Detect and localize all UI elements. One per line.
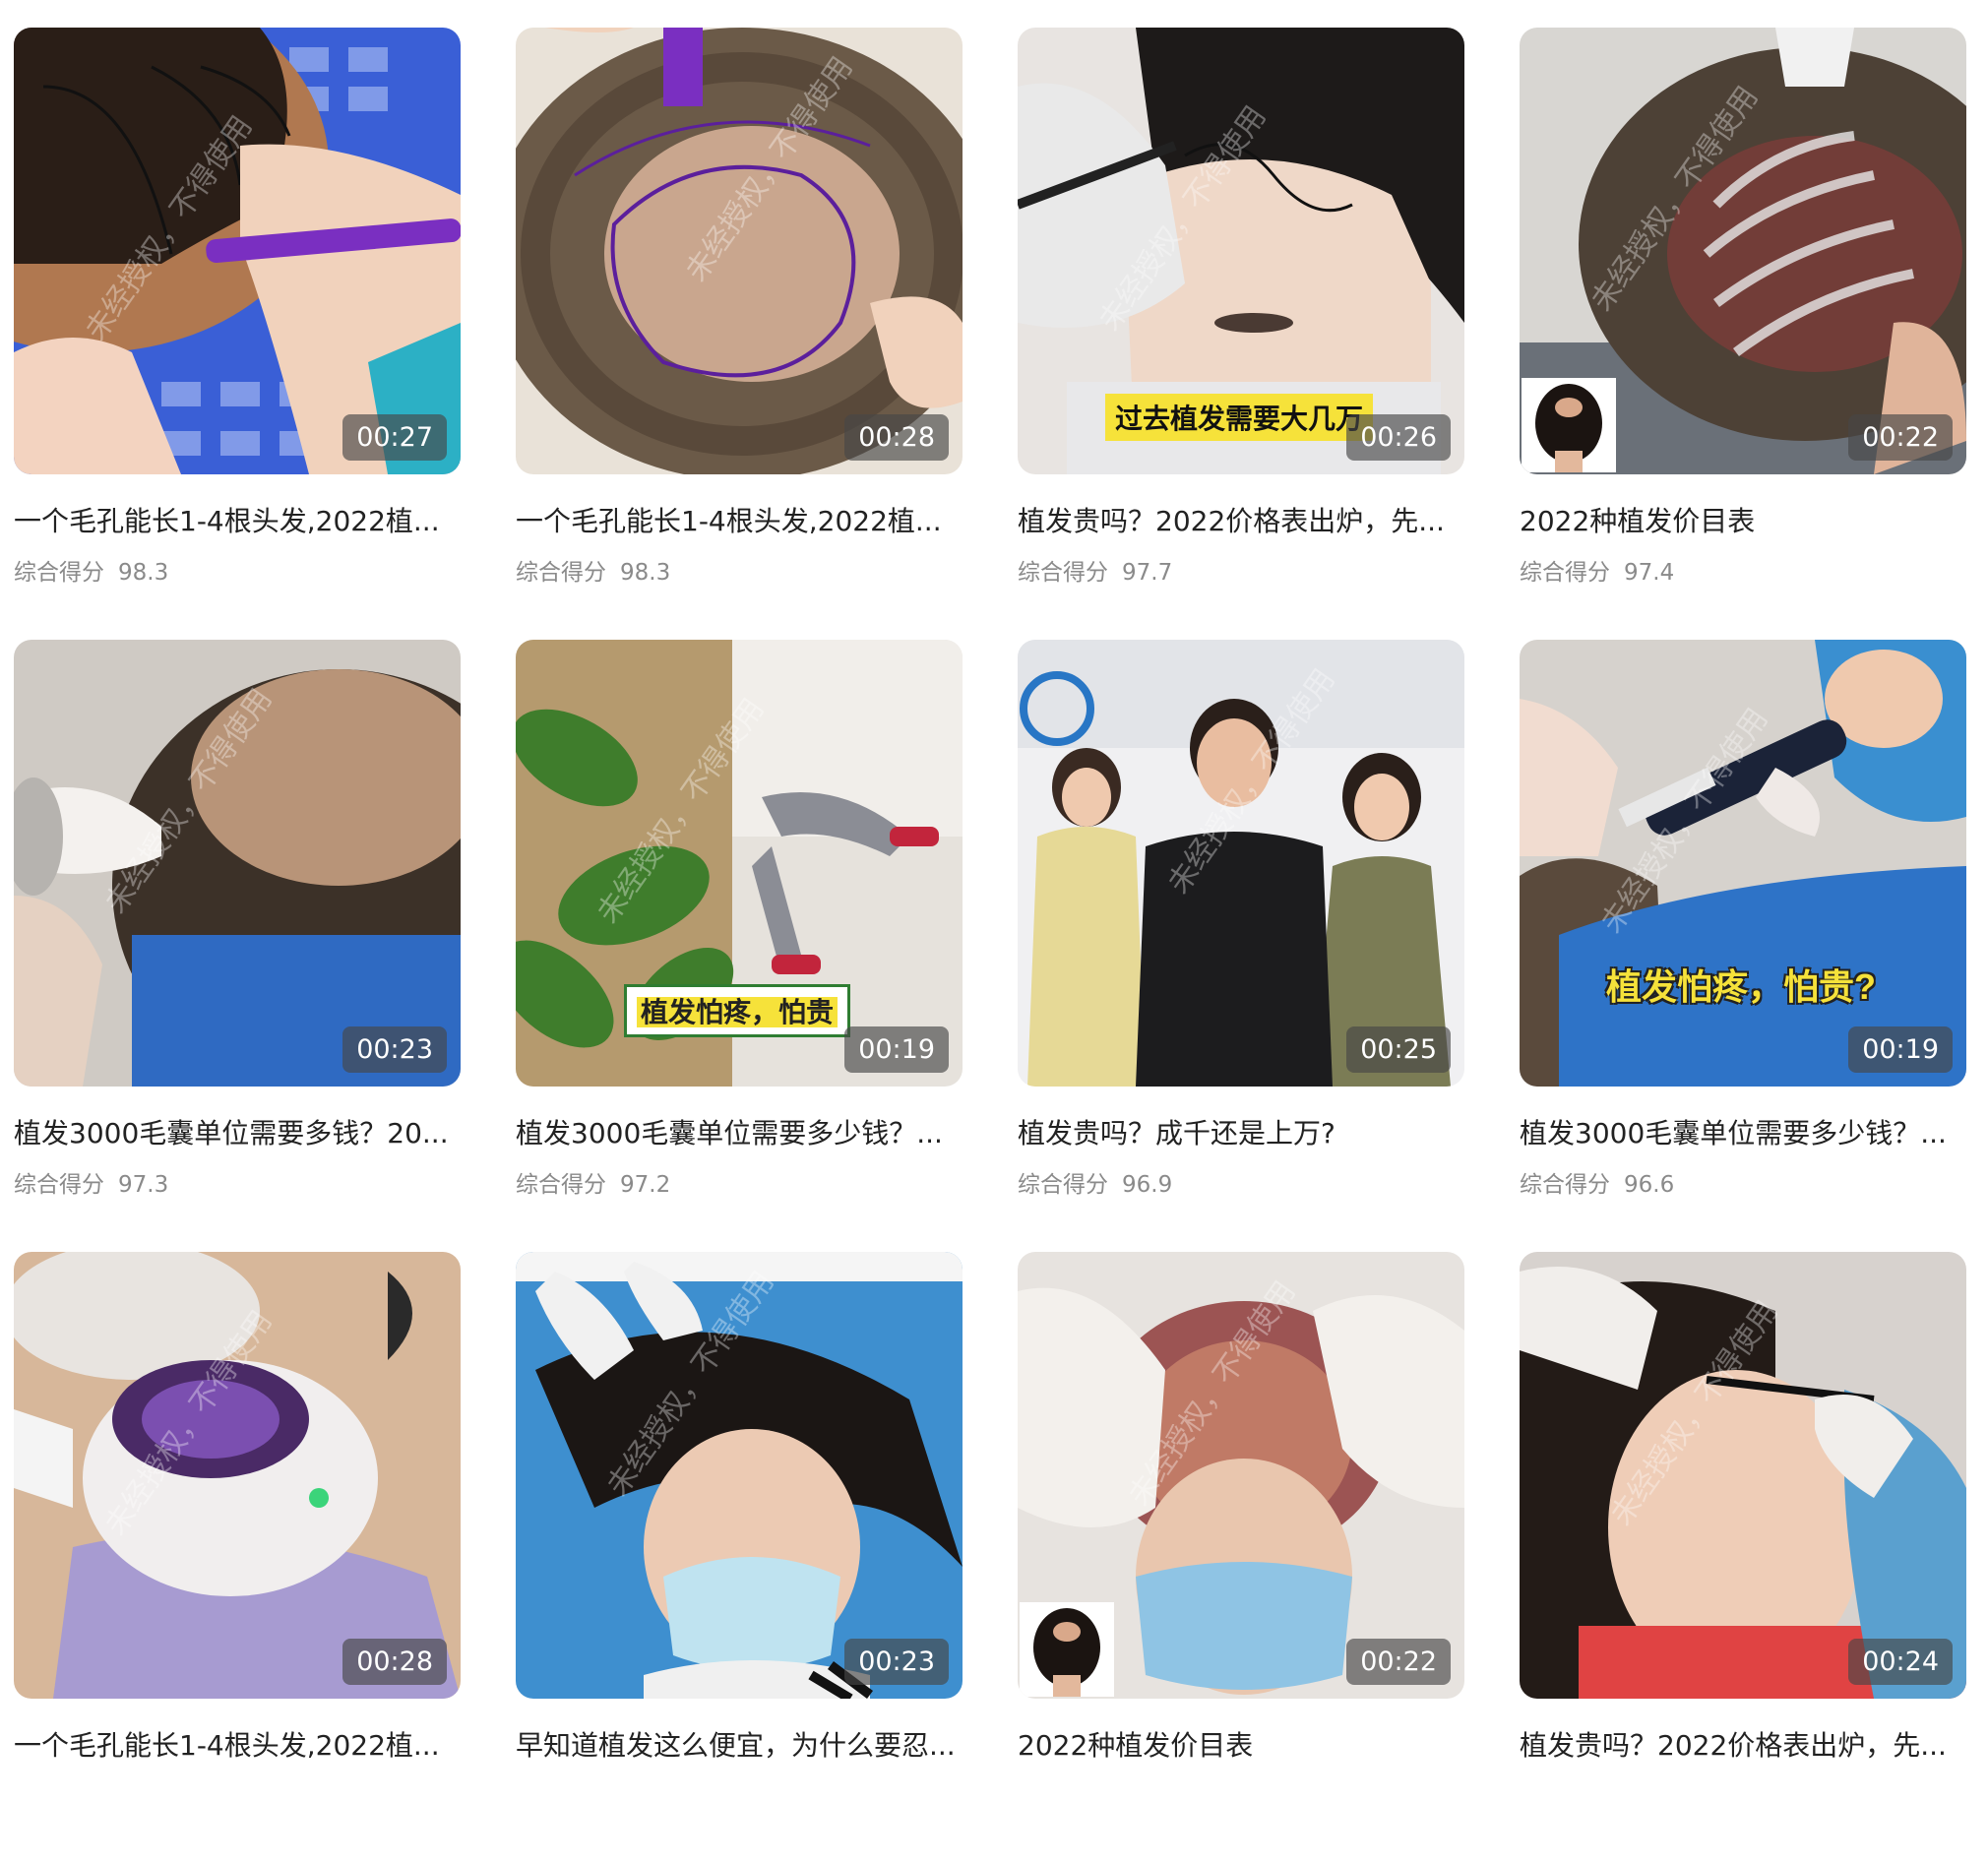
score-value: 98.3 [620,560,671,586]
score-row: 综合得分 97.4 [1520,553,1966,587]
hairline-marking-thumbnail [14,28,461,474]
bald-head-icon [1535,384,1602,472]
video-title[interactable]: 植发贵吗？2022价格表出炉，先... [1520,1724,1966,1764]
video-results-grid: 未经授权，不得使用 00:27 一个毛孔能长1-4根头发,2022植... 综合… [14,28,1966,1864]
score-value: 96.9 [1122,1172,1173,1198]
video-card[interactable]: 未经授权，不得使用 00:25 植发贵吗？成千还是上万? 综合得分 96.9 [1018,640,1464,1252]
video-thumbnail[interactable]: 未经授权，不得使用 00:23 [516,1252,963,1699]
video-thumbnail[interactable]: 未经授权，不得使用 00:22 [1520,28,1966,474]
video-thumbnail[interactable]: 未经授权，不得使用 00:28 [516,28,963,474]
video-card[interactable]: 未经授权，不得使用 植发怕疼，怕贵 00:19 植发3000毛囊单位需要多少钱？… [516,640,963,1252]
video-title[interactable]: 一个毛孔能长1-4根头发,2022植... [14,1724,461,1764]
video-card[interactable]: 未经授权，不得使用 00:23 早知道植发这么便宜，为什么要忍... [516,1252,963,1864]
video-title[interactable]: 植发贵吗？2022价格表出炉，先... [1018,500,1464,539]
score-row: 综合得分 96.9 [1018,1165,1464,1199]
score-value: 97.4 [1624,560,1675,586]
brow-marking-thumbnail [1520,1252,1966,1699]
video-thumbnail[interactable]: 未经授权，不得使用 植发怕疼，怕贵? 00:19 [1520,640,1966,1087]
video-caption-overlay: 植发怕疼，怕贵 [623,984,851,1037]
video-thumbnail[interactable]: 未经授权，不得使用 00:25 [1018,640,1464,1087]
video-duration: 00:22 [1346,1639,1451,1685]
laser-helmet-thumbnail [14,1252,461,1699]
video-title[interactable]: 植发3000毛囊单位需要多钱？20... [14,1112,461,1151]
patient-mask-thumbnail [516,1252,963,1699]
video-caption-overlay: 过去植发需要大几万 [1104,394,1374,441]
score-row: 综合得分 97.7 [1018,553,1464,587]
score-value: 96.6 [1624,1172,1675,1198]
video-thumbnail[interactable]: 未经授权，不得使用 过去植发需要大几万 00:26 [1018,28,1464,474]
video-duration: 00:24 [1848,1639,1953,1685]
video-duration: 00:23 [342,1026,447,1073]
score-label: 综合得分 [14,1172,104,1198]
score-label: 综合得分 [1018,1172,1108,1198]
video-card[interactable]: 未经授权，不得使用 过去植发需要大几万 00:26 植发贵吗？2022价格表出炉… [1018,28,1464,640]
score-value: 98.3 [118,560,169,586]
score-label: 综合得分 [14,560,104,586]
video-card[interactable]: 未经授权，不得使用 植发怕疼，怕贵? 00:19 植发3000毛囊单位需要多少钱… [1520,640,1966,1252]
video-duration: 00:23 [844,1639,949,1685]
score-label: 综合得分 [1018,560,1108,586]
score-row: 综合得分 97.2 [516,1165,963,1199]
video-title[interactable]: 植发3000毛囊单位需要多少钱？... [1520,1112,1966,1151]
video-title[interactable]: 一个毛孔能长1-4根头发,2022植... [14,500,461,539]
video-thumbnail[interactable]: 未经授权，不得使用 00:24 [1520,1252,1966,1699]
channel-badge [1522,378,1616,472]
video-title[interactable]: 2022种植发价目表 [1018,1724,1464,1764]
score-label: 综合得分 [516,560,606,586]
video-thumbnail[interactable]: 未经授权，不得使用 植发怕疼，怕贵 00:19 [516,640,963,1087]
video-thumbnail[interactable]: 未经授权，不得使用 00:27 [14,28,461,474]
video-duration: 00:22 [1848,414,1953,461]
group-photo-thumbnail [1018,640,1464,1087]
video-duration: 00:28 [342,1639,447,1685]
video-duration: 00:19 [1848,1026,1953,1073]
video-card[interactable]: 未经授权，不得使用 00:23 植发3000毛囊单位需要多钱？20... 综合得… [14,640,461,1252]
video-duration: 00:28 [844,414,949,461]
score-row: 综合得分 97.3 [14,1165,461,1199]
crown-marking-thumbnail [516,28,963,474]
video-card[interactable]: 未经授权，不得使用 00:28 一个毛孔能长1-4根头发,2022植... [14,1252,461,1864]
score-label: 综合得分 [1520,560,1610,586]
score-value: 97.2 [620,1172,671,1198]
video-thumbnail[interactable]: 未经授权，不得使用 00:28 [14,1252,461,1699]
video-duration: 00:26 [1346,414,1451,461]
score-value: 97.3 [118,1172,169,1198]
score-row: 综合得分 98.3 [14,553,461,587]
video-title[interactable]: 一个毛孔能长1-4根头发,2022植... [516,500,963,539]
score-label: 综合得分 [516,1172,606,1198]
score-value: 97.7 [1122,560,1173,586]
video-card[interactable]: 未经授权，不得使用 00:24 植发贵吗？2022价格表出炉，先... [1520,1252,1966,1864]
shaved-head-thumbnail [14,640,461,1087]
implant-pen-thumbnail [1520,640,1966,1087]
video-duration: 00:19 [844,1026,949,1073]
video-card[interactable]: 未经授权，不得使用 00:22 2022种植发价目表 [1018,1252,1464,1864]
score-row: 综合得分 96.6 [1520,1165,1966,1199]
video-thumbnail[interactable]: 未经授权，不得使用 00:22 [1018,1252,1464,1699]
video-duration: 00:27 [342,414,447,461]
video-title[interactable]: 植发贵吗？成千还是上万? [1018,1112,1464,1151]
video-card[interactable]: 未经授权，不得使用 00:28 一个毛孔能长1-4根头发,2022植... 综合… [516,28,963,640]
video-title[interactable]: 早知道植发这么便宜，为什么要忍... [516,1724,963,1764]
video-duration: 00:25 [1346,1026,1451,1073]
video-title[interactable]: 2022种植发价目表 [1520,500,1966,539]
score-label: 综合得分 [1520,1172,1610,1198]
score-row: 综合得分 98.3 [516,553,963,587]
channel-badge [1020,1602,1114,1697]
video-caption-overlay: 植发怕疼，怕贵? [1606,966,1876,1007]
video-title[interactable]: 植发3000毛囊单位需要多少钱？... [516,1112,963,1151]
video-card[interactable]: 未经授权，不得使用 00:27 一个毛孔能长1-4根头发,2022植... 综合… [14,28,461,640]
video-card[interactable]: 未经授权，不得使用 00:22 2022种植发价目表 综合得分 97.4 [1520,28,1966,640]
video-thumbnail[interactable]: 未经授权，不得使用 00:23 [14,640,461,1087]
bald-head-icon [1033,1608,1100,1697]
